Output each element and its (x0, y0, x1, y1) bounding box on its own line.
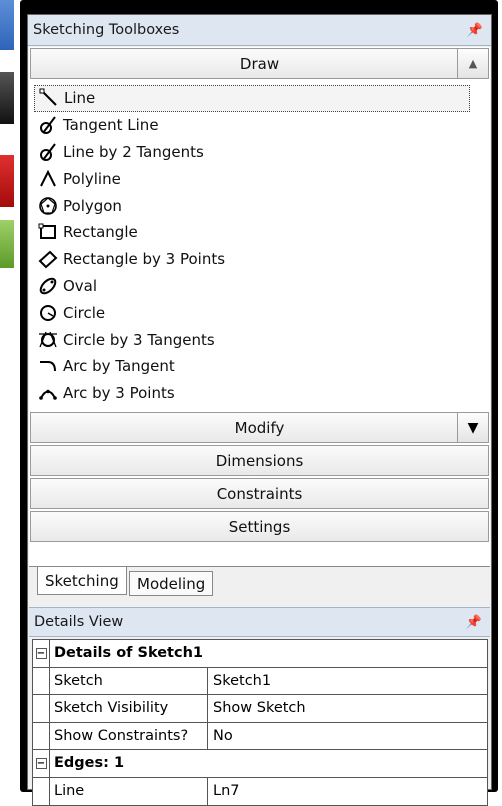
tool-rectangle[interactable]: Rectangle (34, 219, 470, 246)
section-draw[interactable]: Draw ▲ (30, 48, 489, 79)
section-settings[interactable]: Settings (30, 511, 489, 542)
tool-circle-by-3-tangents[interactable]: Circle by 3 Tangents (34, 326, 470, 353)
rectangle-3-points-icon (38, 249, 58, 269)
tool-label: Oval (63, 276, 98, 295)
circle-3-tangents-icon (38, 330, 58, 350)
property-value[interactable]: No (208, 723, 487, 750)
property-row[interactable]: Sketch Sketch1 (33, 667, 487, 695)
tool-label: Circle by 3 Tangents (63, 330, 215, 349)
background-fragment-red (0, 155, 14, 207)
tool-tangent-line[interactable]: Tangent Line (34, 112, 470, 139)
property-key: Show Constraints? (50, 722, 208, 749)
tool-arc-by-tangent[interactable]: Arc by Tangent (34, 353, 470, 380)
sketching-panel: Sketching Toolboxes 📌 Draw ▲ Line Tangen… (27, 14, 492, 806)
pin-icon[interactable]: 📌 (467, 23, 483, 38)
tool-oval[interactable]: Oval (34, 273, 470, 300)
tool-polyline[interactable]: Polyline (34, 165, 470, 192)
toolbox-title-bar: Sketching Toolboxes 📌 (28, 15, 491, 46)
tool-circle[interactable]: Circle (34, 299, 470, 326)
arc-3-points-icon (38, 383, 58, 403)
background-fragment-dark (0, 72, 14, 124)
tab-modeling[interactable]: Modeling (129, 571, 214, 596)
tool-label: Circle (63, 303, 106, 322)
property-value[interactable]: Sketch1 (208, 668, 487, 695)
group-row-details[interactable]: − Details of Sketch1 (33, 640, 487, 668)
section-constraints-label: Constraints (216, 484, 303, 503)
toolbox-body: Draw ▲ Line Tangent Line Line by 2 Tange… (29, 47, 490, 567)
property-key: Line (50, 777, 208, 805)
tool-line[interactable]: Line (34, 85, 470, 112)
collapse-icon[interactable]: − (35, 647, 47, 659)
property-row[interactable]: Show Constraints? No (33, 722, 487, 750)
group-header: Edges: 1 (54, 755, 125, 772)
section-dimensions-label: Dimensions (215, 451, 304, 470)
details-title: Details View (34, 614, 124, 630)
details-title-bar: Details View 📌 (29, 607, 490, 637)
tab-sketching[interactable]: Sketching (37, 567, 127, 595)
tool-arc-by-3-points[interactable]: Arc by 3 Points (34, 380, 470, 407)
arc-by-tangent-icon (38, 356, 58, 376)
collapse-icon[interactable]: − (35, 757, 47, 769)
polygon-icon (38, 196, 58, 216)
tool-label: Rectangle by 3 Points (63, 250, 226, 269)
background-fragment-blue (0, 0, 14, 50)
section-modify-label: Modify (234, 418, 285, 437)
tool-rectangle-by-3-points[interactable]: Rectangle by 3 Points (34, 246, 470, 273)
tool-label: Tangent Line (63, 116, 159, 135)
property-key: Sketch Visibility (50, 695, 208, 722)
draw-tool-list: Line Tangent Line Line by 2 Tangents Pol… (34, 85, 470, 407)
tool-label: Arc by 3 Points (63, 384, 175, 403)
rectangle-icon (38, 222, 58, 242)
tool-label: Line (64, 89, 96, 108)
group-header: Details of Sketch1 (54, 645, 203, 662)
pin-icon[interactable]: 📌 (466, 615, 482, 630)
circle-icon (38, 303, 58, 323)
property-value[interactable]: Ln7 (208, 778, 487, 806)
tab-sketching-label: Sketching (45, 571, 119, 590)
section-dimensions[interactable]: Dimensions (30, 445, 489, 476)
tool-label: Line by 2 Tangents (63, 142, 204, 161)
section-modify[interactable]: Modify ▼ (30, 412, 489, 443)
tangent-line-icon (38, 115, 58, 135)
mode-tabs: Sketching Modeling (29, 566, 490, 598)
tab-modeling-label: Modeling (137, 574, 206, 593)
details-grid: − Details of Sketch1 Sketch Sketch1 Sket… (32, 639, 488, 806)
line-icon (39, 88, 59, 108)
property-row[interactable]: Line Ln7 (33, 777, 487, 806)
property-row[interactable]: Sketch Visibility Show Sketch (33, 695, 487, 723)
property-value[interactable]: Show Sketch (208, 695, 487, 722)
scroll-up-icon[interactable]: ▲ (457, 49, 488, 78)
tool-polygon[interactable]: Polygon (34, 192, 470, 219)
tool-label: Polygon (63, 196, 122, 215)
toolbox-title: Sketching Toolboxes (33, 22, 180, 38)
group-row-edges[interactable]: − Edges: 1 (33, 750, 487, 778)
tool-line-by-2-tangents[interactable]: Line by 2 Tangents (34, 139, 470, 166)
section-draw-label: Draw (239, 54, 280, 73)
property-key: Sketch (50, 667, 208, 694)
tool-label: Arc by Tangent (63, 357, 175, 376)
oval-icon (38, 276, 58, 296)
line-by-2-tangents-icon (38, 142, 58, 162)
background-fragment-green (0, 220, 14, 268)
scroll-down-icon[interactable]: ▼ (457, 413, 488, 442)
tool-label: Polyline (63, 169, 121, 188)
section-constraints[interactable]: Constraints (30, 478, 489, 509)
section-settings-label: Settings (228, 517, 291, 536)
tool-label: Rectangle (63, 223, 138, 242)
polyline-icon (38, 169, 58, 189)
